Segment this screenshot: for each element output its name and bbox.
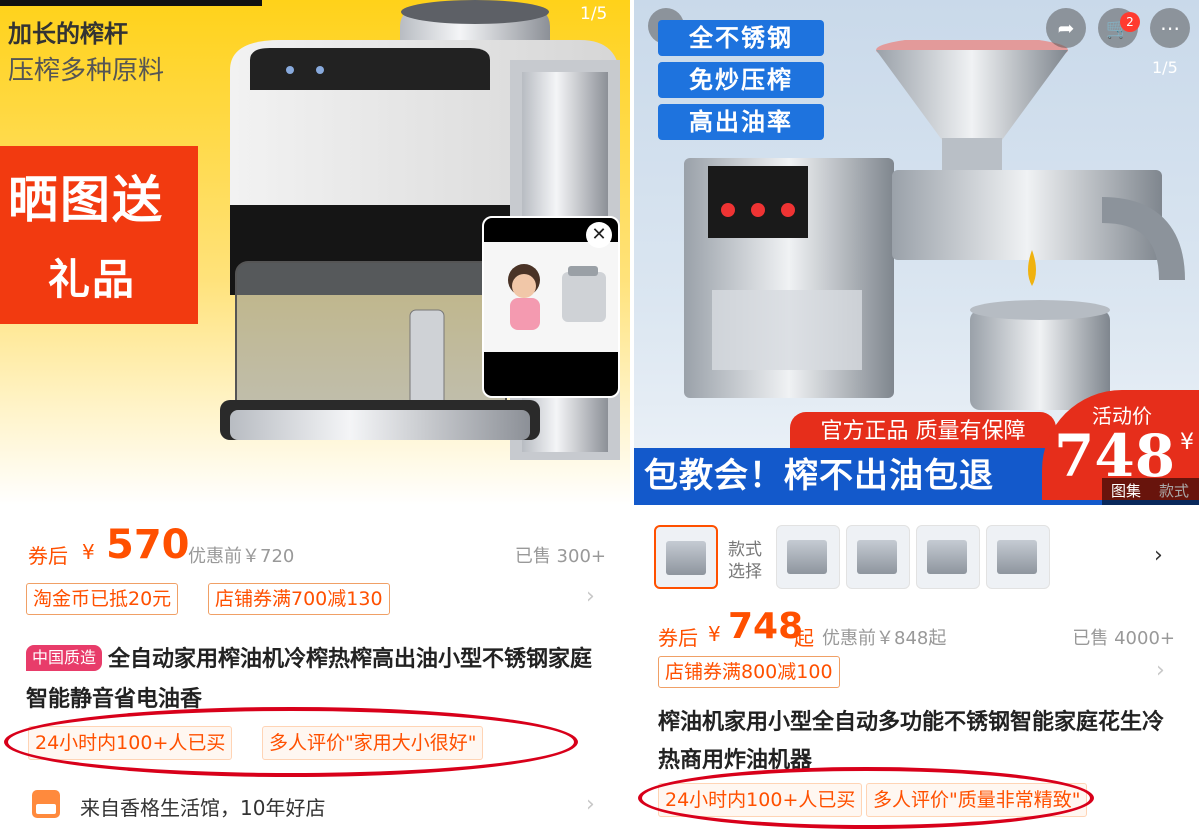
shop-info: 来自香格生活馆，10年好店 — [80, 796, 326, 820]
style-select-label[interactable]: 款式 选择 — [728, 539, 762, 583]
left-product-card: 加长的榨杆 压榨多种原料 1/5 晒图送 礼品 ✕ 券后 ¥ 570 优惠前￥7… — [0, 0, 630, 831]
promo-line-1: 晒图送 — [8, 171, 164, 229]
promo-line-2: 礼品 — [48, 255, 137, 304]
original-price: 优惠前￥720 — [188, 546, 295, 567]
style-thumbnail[interactable] — [654, 525, 718, 589]
sold-count: 已售 300+ — [514, 546, 606, 567]
coupon-price-prefix: 券后 — [658, 626, 698, 650]
feature-label-2: 免炒压榨 — [658, 62, 824, 98]
right-product-card: ‹ 全不锈钢 免炒压榨 高出油率 ➦ 🛒 2 ⋯ 1/5 官方正品 质量有保障 … — [634, 0, 1199, 831]
left-product-gallery[interactable]: 加长的榨杆 压榨多种原料 1/5 晒图送 礼品 ✕ — [0, 0, 630, 505]
style-thumbnail[interactable] — [776, 525, 840, 589]
tab-styles[interactable]: 款式 — [1150, 478, 1198, 505]
style-thumbnails: 款式 选择 › — [654, 525, 1194, 591]
price-row: 券后 ¥ 748 起 优惠前￥848起 已售 4000+ — [634, 604, 1199, 654]
chevron-right-icon[interactable]: › — [1154, 543, 1163, 568]
floating-video-preview[interactable]: ✕ — [482, 216, 620, 398]
coin-discount-tag[interactable]: 淘金币已抵20元 — [26, 583, 179, 615]
original-price: 优惠前￥848起 — [822, 628, 947, 649]
price-row: 券后 ¥ 570 优惠前￥720 已售 300+ — [0, 520, 630, 570]
promo-currency: ¥ — [1180, 430, 1194, 455]
currency-symbol: ¥ — [708, 622, 721, 646]
shop-coupon-tag[interactable]: 店铺券满700减130 — [208, 583, 390, 615]
feature-label-1: 全不锈钢 — [658, 20, 824, 56]
shop-row[interactable]: 来自香格生活馆，10年好店 › — [0, 784, 630, 830]
feature-label-3: 高出油率 — [658, 104, 824, 140]
product-title-text: 全自动家用榨油机冷榨热榨高出油小型不锈钢家庭智能静音省电油香 — [26, 647, 593, 712]
gallery-counter: 1/5 — [1152, 58, 1178, 77]
hero-title-2: 压榨多种原料 — [8, 56, 165, 86]
price-amount: 570 — [106, 522, 190, 568]
chevron-right-icon[interactable]: › — [586, 584, 595, 609]
promo-badge: 晒图送 礼品 — [0, 146, 198, 324]
shop-icon — [32, 790, 60, 818]
cart-count-badge: 2 — [1120, 12, 1140, 32]
screenshot-compare: 加长的榨杆 压榨多种原料 1/5 晒图送 礼品 ✕ 券后 ¥ 570 优惠前￥7… — [0, 0, 1199, 831]
coupon-price-prefix: 券后 — [28, 544, 68, 568]
annotation-circle — [4, 707, 578, 777]
close-icon[interactable]: ✕ — [586, 222, 612, 248]
guarantee-banner: 官方正品 质量有保障 — [790, 412, 1056, 452]
price-amount: 748 — [728, 606, 804, 647]
video-frame — [484, 242, 618, 352]
style-thumbnail[interactable] — [986, 525, 1050, 589]
right-product-gallery[interactable]: ‹ 全不锈钢 免炒压榨 高出油率 ➦ 🛒 2 ⋯ 1/5 官方正品 质量有保障 … — [634, 0, 1199, 505]
chevron-right-icon[interactable]: › — [1156, 658, 1165, 683]
gallery-tabs: 图集 款式 — [1102, 478, 1199, 505]
style-thumbnail[interactable] — [916, 525, 980, 589]
made-in-china-badge: 中国质造 — [26, 645, 103, 671]
shop-coupon-tag[interactable]: 店铺券满800减100 — [658, 656, 840, 688]
share-icon[interactable]: ➦ — [1046, 8, 1086, 48]
annotation-circle — [638, 767, 1094, 829]
hero-title-1: 加长的榨杆 — [8, 20, 128, 48]
style-thumbnail[interactable] — [846, 525, 910, 589]
more-icon[interactable]: ⋯ — [1150, 8, 1190, 48]
tab-gallery[interactable]: 图集 — [1102, 478, 1150, 505]
currency-symbol: ¥ — [82, 540, 95, 564]
chevron-right-icon: › — [586, 792, 595, 817]
price-suffix: 起 — [794, 626, 814, 650]
sold-count: 已售 4000+ — [1072, 628, 1175, 649]
child-with-juicer-image — [508, 264, 606, 330]
